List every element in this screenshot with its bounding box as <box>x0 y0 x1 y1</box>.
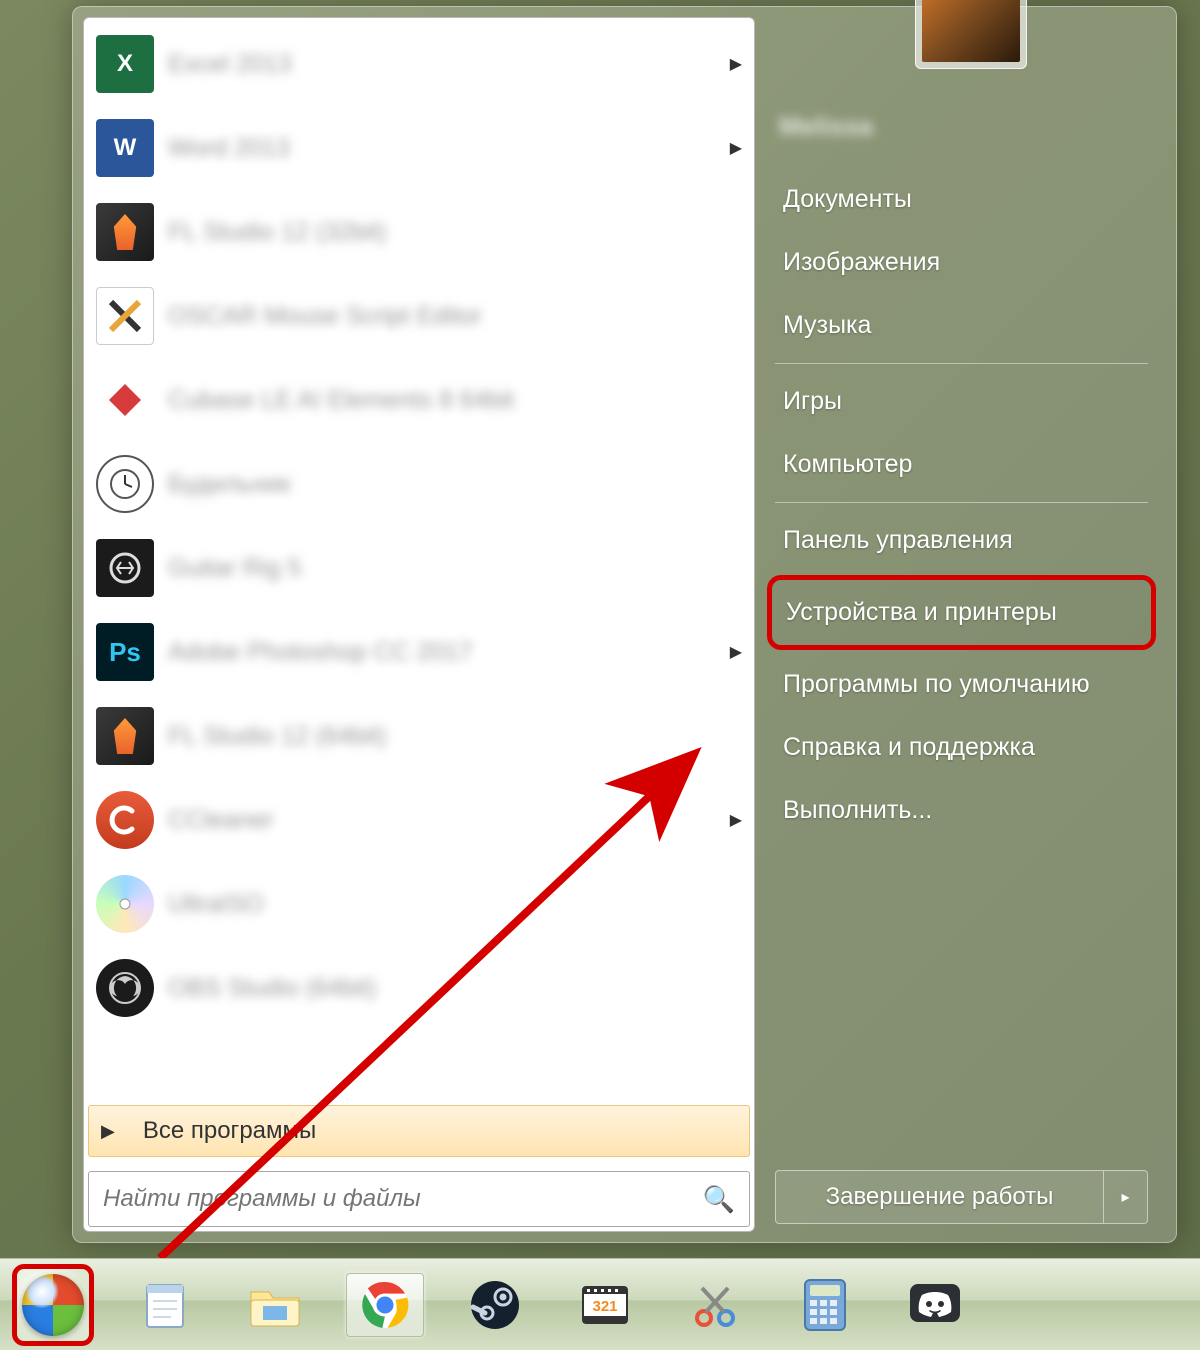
program-item[interactable]: CCleaner▶ <box>88 778 750 862</box>
program-item[interactable]: Cubase LE AI Elements 8 64bit <box>88 358 750 442</box>
program-label: Будильник <box>168 470 742 499</box>
chevron-right-icon: ▶ <box>730 54 742 74</box>
snipping-taskbar-icon[interactable] <box>676 1273 754 1337</box>
user-avatar-frame[interactable] <box>915 0 1027 69</box>
obs-icon <box>96 959 154 1017</box>
separator <box>775 363 1148 364</box>
shutdown-label: Завершение работы <box>826 1183 1054 1211</box>
chevron-right-icon: ▶ <box>730 810 742 830</box>
right-panel-item[interactable]: Программы по умолчанию <box>775 653 1148 716</box>
program-label: OBS Studio (64bit) <box>168 974 742 1003</box>
flstudio-icon <box>96 203 154 261</box>
right-panel-item[interactable]: Устройства и принтеры <box>767 575 1156 650</box>
program-item[interactable]: OSCAR Mouse Script Editor <box>88 274 750 358</box>
program-item[interactable]: FL Studio 12 (32bit) <box>88 190 750 274</box>
chevron-right-icon: ▶ <box>730 642 742 662</box>
right-panel-item[interactable]: Панель управления <box>775 509 1148 572</box>
excel-icon: X <box>96 35 154 93</box>
taskbar: 321 <box>0 1258 1200 1350</box>
notepad-taskbar-icon[interactable] <box>126 1273 204 1337</box>
all-programs-button[interactable]: ▶ Все программы <box>88 1105 750 1157</box>
program-label: Cubase LE AI Elements 8 64bit <box>168 386 742 415</box>
program-item[interactable]: UltraISO <box>88 862 750 946</box>
guitarrig-icon <box>96 539 154 597</box>
start-menu-right-panel: Melissa ДокументыИзображенияМузыка ИгрыКо… <box>765 7 1176 1242</box>
right-panel-item[interactable]: Выполнить... <box>775 779 1148 842</box>
calculator-taskbar-icon[interactable] <box>786 1273 864 1337</box>
search-icon[interactable]: 🔍 <box>703 1184 735 1215</box>
program-label: OSCAR Mouse Script Editor <box>168 302 742 331</box>
all-programs-label: Все программы <box>143 1117 316 1145</box>
program-item[interactable]: Будильник <box>88 442 750 526</box>
chevron-right-icon: ▶ <box>730 138 742 158</box>
program-label: CCleaner <box>168 806 730 835</box>
flstudio-icon <box>96 707 154 765</box>
word-icon: W <box>96 119 154 177</box>
program-label: Excel 2013 <box>168 50 730 79</box>
svg-text:321: 321 <box>592 1298 617 1315</box>
right-panel-item[interactable]: Справка и поддержка <box>775 716 1148 779</box>
separator <box>775 502 1148 503</box>
user-name[interactable]: Melissa <box>775 103 1148 150</box>
shutdown-options-button[interactable]: ▸ <box>1104 1170 1148 1224</box>
explorer-taskbar-icon[interactable] <box>236 1273 314 1337</box>
program-label: Adobe Photoshop CC 2017 <box>168 638 730 667</box>
program-label: Word 2013 <box>168 134 730 163</box>
right-panel-item[interactable]: Музыка <box>775 294 1148 357</box>
program-list: XExcel 2013▶WWord 2013▶FL Studio 12 (32b… <box>88 22 750 1105</box>
program-label: FL Studio 12 (64bit) <box>168 722 742 751</box>
triangle-right-icon: ▶ <box>101 1121 115 1142</box>
right-panel-item[interactable]: Игры <box>775 370 1148 433</box>
program-item[interactable]: Guitar Rig 5 <box>88 526 750 610</box>
clock-icon <box>96 455 154 513</box>
right-panel-links: ДокументыИзображенияМузыка ИгрыКомпьютер П… <box>775 168 1148 842</box>
windows-orb-icon <box>22 1274 84 1336</box>
search-box[interactable]: 🔍 <box>88 1171 750 1227</box>
program-item[interactable]: FL Studio 12 (64bit) <box>88 694 750 778</box>
right-panel-item[interactable]: Компьютер <box>775 433 1148 496</box>
chrome-taskbar-icon[interactable] <box>346 1273 424 1337</box>
program-item[interactable]: X Excel 2013▶ <box>88 22 750 106</box>
cubase-icon <box>96 371 154 429</box>
program-label: Guitar Rig 5 <box>168 554 742 583</box>
search-input[interactable] <box>103 1185 703 1213</box>
ultraiso-icon <box>96 875 154 933</box>
program-item[interactable]: OBS Studio (64bit) <box>88 946 750 1030</box>
program-label: UltraISO <box>168 890 742 919</box>
shutdown-row: Завершение работы ▸ <box>775 1170 1148 1224</box>
ccleaner-icon <box>96 791 154 849</box>
user-avatar <box>922 0 1020 62</box>
oscar-icon <box>96 287 154 345</box>
start-menu-left-panel: XExcel 2013▶WWord 2013▶FL Studio 12 (32b… <box>83 17 755 1232</box>
mpc-taskbar-icon[interactable]: 321 <box>566 1273 644 1337</box>
right-panel-item[interactable]: Документы <box>775 168 1148 231</box>
start-menu: XExcel 2013▶WWord 2013▶FL Studio 12 (32b… <box>72 6 1177 1243</box>
shutdown-button[interactable]: Завершение работы <box>775 1170 1104 1224</box>
start-button[interactable] <box>12 1264 94 1346</box>
program-item[interactable]: W Word 2013▶ <box>88 106 750 190</box>
program-item[interactable]: Ps Adobe Photoshop CC 2017▶ <box>88 610 750 694</box>
discord-taskbar-icon[interactable] <box>896 1273 974 1337</box>
steam-taskbar-icon[interactable] <box>456 1273 534 1337</box>
program-label: FL Studio 12 (32bit) <box>168 218 742 247</box>
right-panel-item[interactable]: Изображения <box>775 231 1148 294</box>
photoshop-icon: Ps <box>96 623 154 681</box>
triangle-right-icon: ▸ <box>1121 1187 1129 1207</box>
